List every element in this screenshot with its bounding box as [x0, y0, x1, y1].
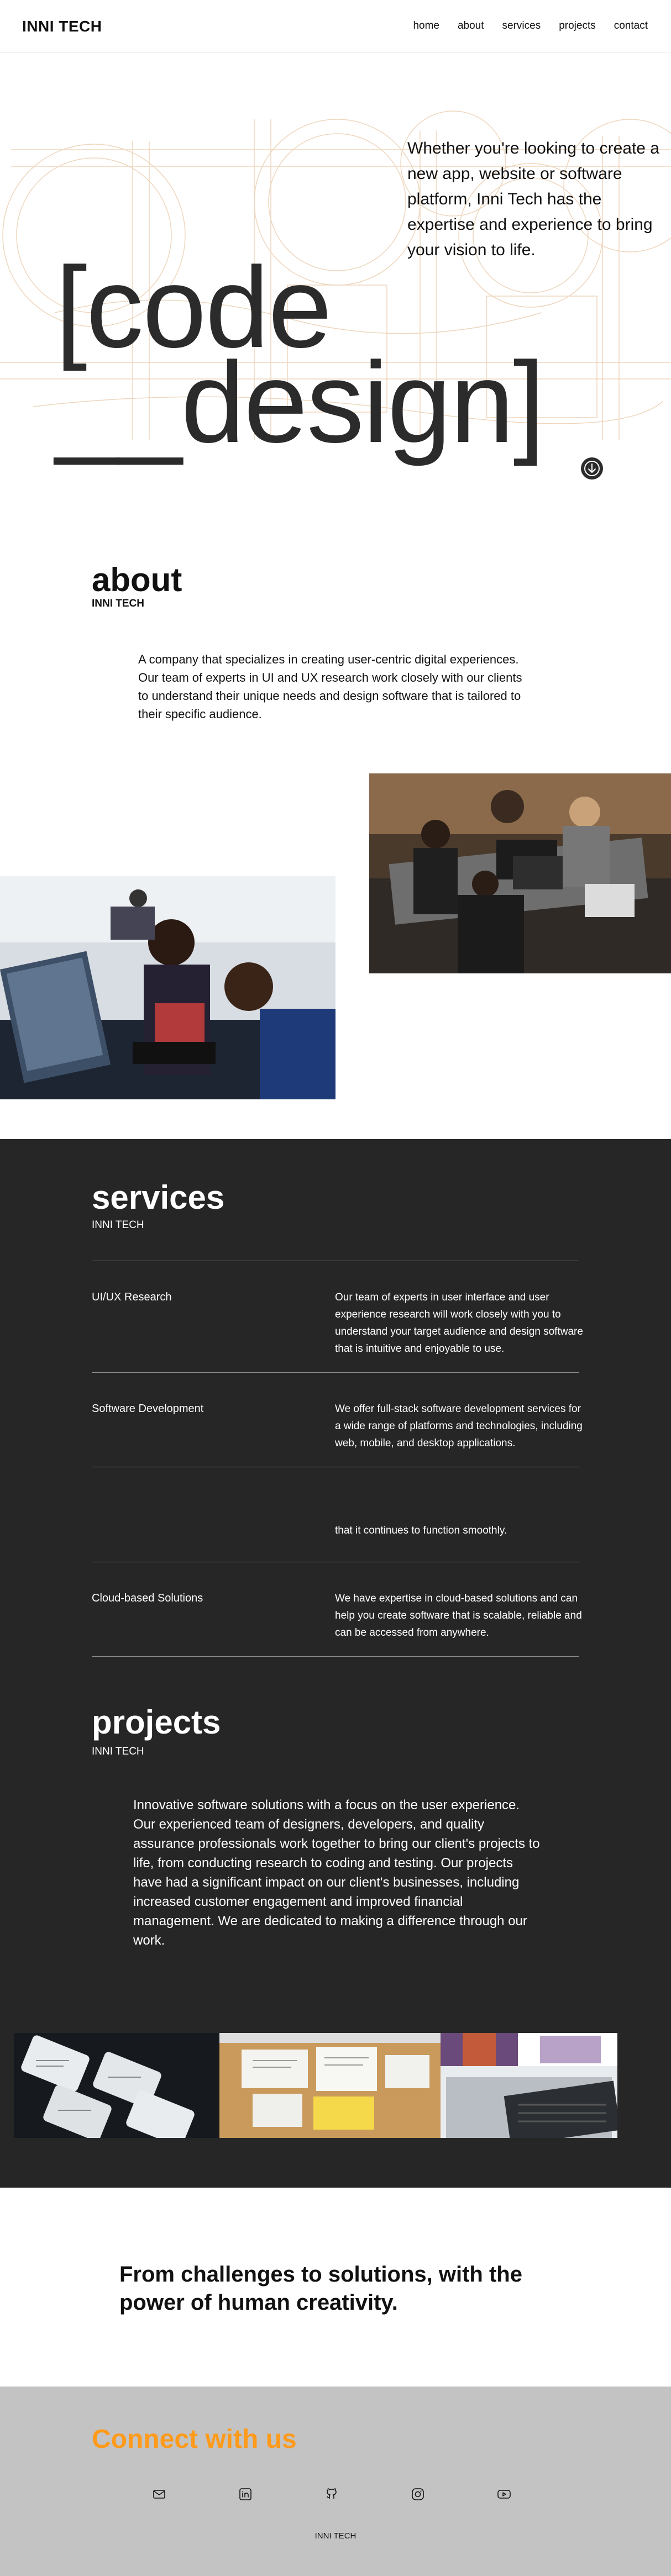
- nav-about[interactable]: about: [458, 20, 484, 32]
- connect-title: Connect with us: [92, 2425, 297, 2454]
- nav-contact[interactable]: contact: [614, 20, 648, 32]
- site-header: INNI TECH home about services projects c…: [0, 0, 671, 52]
- mail-icon[interactable]: [149, 2484, 169, 2504]
- contact-footer: Connect with us INNI TECH: [0, 2387, 671, 2576]
- linkedin-icon[interactable]: [235, 2484, 255, 2504]
- service-name-ui-ux: UI/UX Research: [92, 1291, 172, 1303]
- service-desc-ui-ux: Our team of experts in user interface an…: [335, 1292, 583, 1355]
- service-row-partially-visible: that it continues to function smoothly.: [0, 1481, 671, 1562]
- developers-at-computer-photo: [0, 876, 336, 1099]
- project-tile-phones[interactable]: [14, 2033, 219, 2138]
- projects-title: projects: [92, 1704, 221, 1741]
- services-title: services: [92, 1179, 225, 1216]
- arrow-down-circle-icon: [584, 461, 600, 476]
- social-links: [149, 2484, 514, 2504]
- projects-text: Innovative software solutions with a foc…: [133, 1798, 540, 1948]
- closing-quote: From challenges to solutions, with the p…: [119, 2262, 522, 2315]
- hero-title: [code __design]: [55, 250, 545, 467]
- project-tile-laptop[interactable]: [441, 2033, 617, 2138]
- nav-home[interactable]: home: [413, 20, 439, 32]
- about-title: about: [92, 561, 182, 598]
- team-working-photo: [369, 773, 671, 973]
- hero-tagline: Whether you're looking to create a new a…: [407, 139, 659, 259]
- service-desc-cloud: We have expertise in cloud-based solutio…: [335, 1593, 582, 1639]
- scroll-down-button[interactable]: [581, 457, 603, 480]
- about-subtitle: INNI TECH: [92, 598, 144, 609]
- about-text: A company that specializes in creating u…: [138, 652, 522, 721]
- service-divider: [92, 1656, 579, 1657]
- nav-projects[interactable]: projects: [559, 20, 596, 32]
- services-subtitle: INNI TECH: [92, 1219, 144, 1231]
- service-divider: [92, 1372, 579, 1373]
- service-name-software-dev: Software Development: [92, 1403, 204, 1415]
- service-desc-software-dev: We offer full-stack software development…: [335, 1403, 583, 1449]
- hero-title-line-design: __design]: [55, 339, 545, 467]
- projects-subtitle: INNI TECH: [92, 1746, 144, 1757]
- hero-section: Whether you're looking to create a new a…: [0, 53, 671, 517]
- youtube-icon[interactable]: [494, 2484, 514, 2504]
- footer-brand: INNI TECH: [314, 2531, 357, 2541]
- service-desc-maintenance: that it continues to function smoothly.: [335, 1525, 507, 1536]
- service-name-cloud: Cloud-based Solutions: [92, 1592, 203, 1604]
- instagram-icon[interactable]: [408, 2484, 428, 2504]
- main-nav: home about services projects contact: [413, 20, 648, 32]
- nav-services[interactable]: services: [502, 20, 541, 32]
- brand-logo[interactable]: INNI TECH: [22, 18, 102, 35]
- project-tile-wireframes[interactable]: [219, 2033, 441, 2138]
- github-icon[interactable]: [322, 2484, 342, 2504]
